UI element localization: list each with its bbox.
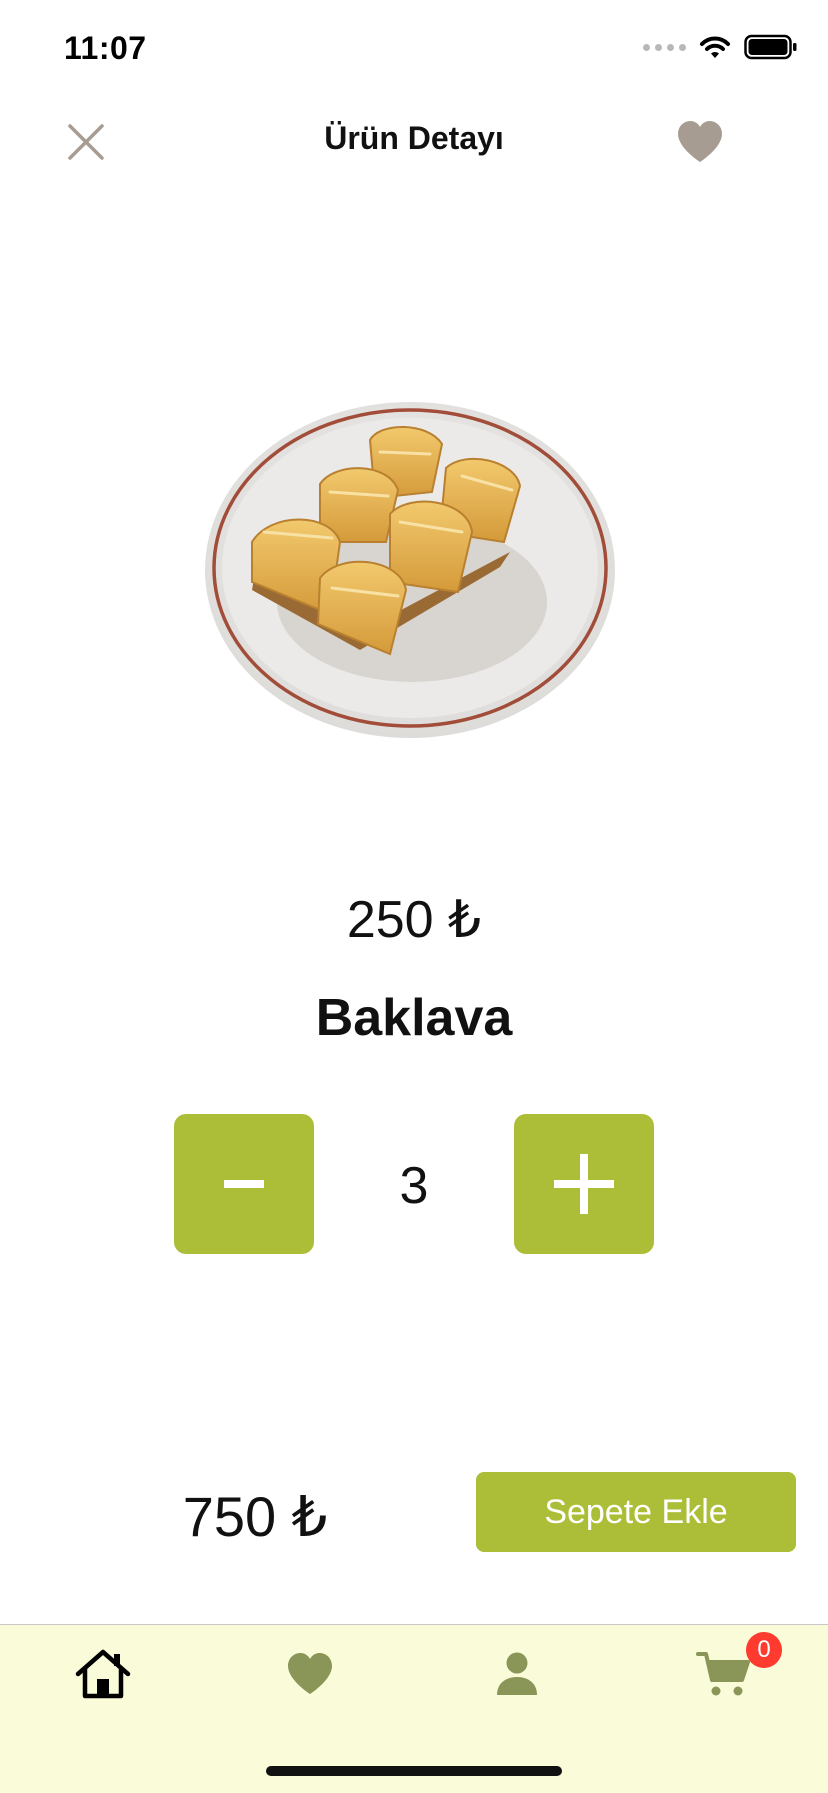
- favorite-button[interactable]: [676, 120, 724, 166]
- nav-bar: Ürün Detayı: [0, 100, 828, 180]
- home-icon: [75, 1649, 131, 1699]
- tab-home[interactable]: [53, 1639, 153, 1709]
- heart-icon: [288, 1653, 332, 1694]
- cart-icon: [696, 1652, 750, 1696]
- decrease-quantity-button[interactable]: [174, 1114, 314, 1254]
- increase-quantity-button[interactable]: [514, 1114, 654, 1254]
- total-price: 750 ₺: [182, 1485, 328, 1548]
- minus-icon: [224, 1180, 264, 1188]
- product-name: Baklava: [315, 989, 513, 1047]
- quantity-value: 3: [399, 1157, 429, 1215]
- battery-icon: [744, 34, 797, 60]
- wifi-icon: [700, 36, 730, 58]
- tab-favorites[interactable]: [260, 1639, 360, 1709]
- status-bar: 11:07: [0, 0, 828, 100]
- product-price: 250 ₺: [346, 891, 482, 949]
- home-indicator: [266, 1766, 562, 1776]
- cart-badge: 0: [746, 1632, 782, 1668]
- cellular-signal-icon: [643, 43, 686, 51]
- status-time: 11:07: [64, 30, 147, 66]
- status-icons: [643, 34, 798, 60]
- heart-icon: [678, 121, 722, 162]
- product-image: [200, 392, 620, 742]
- person-icon: [497, 1652, 537, 1695]
- add-to-cart-button[interactable]: Sepete Ekle: [476, 1472, 796, 1552]
- tab-profile[interactable]: [467, 1639, 567, 1709]
